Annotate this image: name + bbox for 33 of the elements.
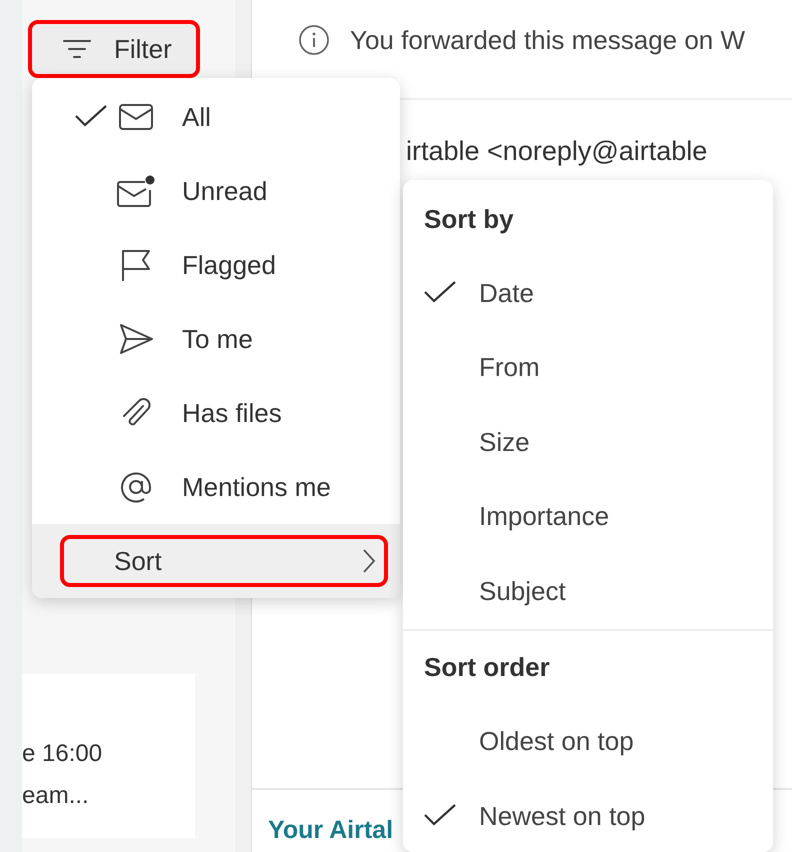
sort-option[interactable]: Size	[403, 405, 773, 480]
unread-envelope-icon	[116, 174, 156, 208]
filter-icon	[62, 38, 92, 60]
sort-option[interactable]: From	[403, 330, 773, 405]
section-heading: Sort by	[424, 204, 514, 234]
sort-option[interactable]: Subject	[403, 554, 773, 628]
message-preview-text: e 16:00	[22, 740, 104, 768]
sort-option[interactable]: Date	[403, 256, 773, 330]
email-subject[interactable]: Your Airtal	[268, 816, 394, 844]
filter-option[interactable]: Unread	[32, 154, 400, 228]
checkmark-icon	[423, 803, 457, 828]
sort-option[interactable]: Oldest on top	[403, 704, 773, 779]
info-icon	[298, 24, 330, 56]
filter-option[interactable]: To me	[32, 302, 400, 376]
filter-button[interactable]: Filter	[28, 20, 200, 78]
sort-menu-item[interactable]: Sort	[60, 535, 388, 587]
section-heading: Sort order	[424, 652, 550, 683]
forwarded-notice: You forwarded this message on W	[350, 24, 746, 56]
filter-option[interactable]: All	[32, 80, 400, 154]
message-card[interactable]: e 16:00 eam...	[22, 674, 195, 838]
message-preview-text: eam...	[22, 782, 90, 810]
sender-address: irtable <noreply@airtable	[406, 136, 708, 166]
chevron-right-icon	[362, 548, 376, 574]
checkmark-icon	[423, 280, 457, 304]
filter-option[interactable]: Flagged	[32, 228, 400, 302]
flag-icon	[119, 248, 153, 282]
checkmark-icon	[74, 104, 108, 128]
envelope-icon	[118, 103, 154, 131]
sort-option[interactable]: Newest on top	[403, 779, 773, 852]
sort-option[interactable]: Importance	[403, 480, 773, 554]
filter-option[interactable]: Mentions me	[32, 450, 400, 524]
filter-option[interactable]: Has files	[32, 376, 400, 450]
send-icon	[118, 322, 154, 356]
